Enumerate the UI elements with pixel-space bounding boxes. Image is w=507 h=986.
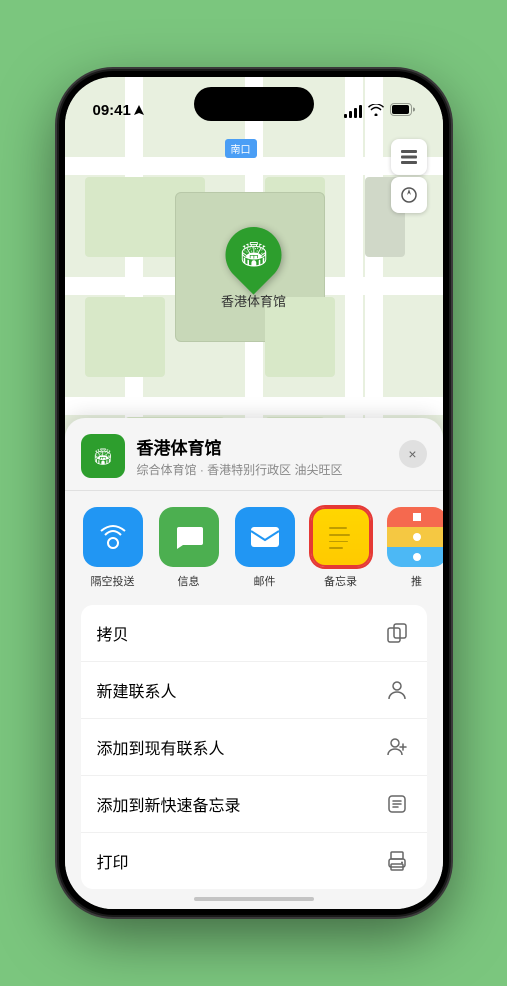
bottom-sheet: 🏟 香港体育馆 综合体育馆 · 香港特别行政区 油尖旺区 × — [65, 418, 443, 909]
location-icon-wrap: 🏟 — [81, 434, 125, 478]
action-add-existing[interactable]: 添加到现有联系人 — [81, 719, 427, 776]
map-layers-icon — [399, 147, 419, 167]
person-symbol — [386, 679, 408, 701]
airdrop-symbol — [97, 521, 129, 553]
battery-symbol — [390, 103, 415, 116]
share-item-more[interactable]: 推 — [385, 507, 443, 589]
location-info: 香港体育馆 综合体育馆 · 香港特别行政区 油尖旺区 — [137, 434, 427, 478]
copy-symbol — [386, 622, 408, 644]
share-item-notes[interactable]: 备忘录 — [309, 507, 373, 589]
airdrop-icon — [83, 507, 143, 567]
venue-icon: 🏟 — [89, 442, 117, 470]
share-item-messages[interactable]: 信息 — [157, 507, 221, 589]
pin-circle: 🏟 — [214, 215, 293, 294]
action-list: 拷贝 新建联系人 — [81, 605, 427, 889]
share-row: 隔空投送 信息 — [65, 491, 443, 605]
time-display: 09:41 — [93, 102, 131, 119]
messages-icon — [159, 507, 219, 567]
airdrop-label: 隔空投送 — [91, 573, 135, 589]
location-header: 🏟 香港体育馆 综合体育馆 · 香港特别行政区 油尖旺区 × — [65, 418, 443, 491]
add-contact-icon — [383, 733, 411, 761]
location-name: 香港体育馆 — [137, 434, 427, 459]
person-add-symbol — [386, 736, 408, 758]
wifi-symbol — [368, 104, 384, 116]
action-print[interactable]: 打印 — [81, 833, 427, 889]
notes-app-icon — [311, 507, 371, 567]
new-contact-icon — [383, 676, 411, 704]
copy-icon — [383, 619, 411, 647]
location-arrow-icon — [134, 105, 144, 117]
action-new-contact-label: 新建联系人 — [97, 678, 383, 702]
location-subtitle: 综合体育馆 · 香港特别行政区 油尖旺区 — [137, 461, 427, 478]
mail-symbol — [249, 523, 281, 551]
share-item-mail[interactable]: 邮件 — [233, 507, 297, 589]
mail-label: 邮件 — [254, 573, 276, 589]
phone-frame: 09:41 — [59, 71, 449, 915]
home-indicator — [194, 897, 314, 901]
action-add-existing-label: 添加到现有联系人 — [97, 735, 383, 759]
messages-label: 信息 — [178, 573, 200, 589]
map-view-button[interactable] — [391, 139, 427, 175]
location-button[interactable] — [391, 177, 427, 213]
status-time: 09:41 — [93, 102, 144, 119]
action-copy-label: 拷贝 — [97, 621, 383, 645]
action-copy[interactable]: 拷贝 — [81, 605, 427, 662]
notes-label: 备忘录 — [324, 573, 357, 589]
battery-icon — [390, 103, 415, 119]
mail-icon — [235, 507, 295, 567]
notes-lines — [321, 517, 361, 557]
more-label: 推 — [411, 573, 422, 589]
action-add-notes-label: 添加到新快速备忘录 — [97, 792, 383, 816]
map-controls[interactable] — [391, 139, 427, 213]
quick-notes-symbol — [386, 793, 408, 815]
action-add-notes[interactable]: 添加到新快速备忘录 — [81, 776, 427, 833]
dynamic-island — [194, 87, 314, 121]
map-pin: 🏟 香港体育馆 — [221, 227, 286, 310]
print-icon — [383, 847, 411, 875]
phone-screen: 09:41 — [65, 77, 443, 909]
wifi-icon — [368, 104, 384, 119]
close-button[interactable]: × — [399, 440, 427, 468]
compass-icon — [400, 186, 418, 204]
share-item-airdrop[interactable]: 隔空投送 — [81, 507, 145, 589]
status-icons — [344, 103, 415, 119]
action-new-contact[interactable]: 新建联系人 — [81, 662, 427, 719]
print-symbol — [386, 850, 408, 872]
quick-notes-icon — [383, 790, 411, 818]
action-print-label: 打印 — [97, 849, 383, 873]
stadium-icon: 🏟 — [238, 241, 268, 270]
svg-text:🏟: 🏟 — [92, 448, 112, 466]
signal-bars-icon — [344, 104, 362, 118]
more-icon-wrap — [387, 507, 443, 567]
map-label: 南口 — [225, 139, 257, 158]
messages-symbol — [173, 521, 205, 553]
